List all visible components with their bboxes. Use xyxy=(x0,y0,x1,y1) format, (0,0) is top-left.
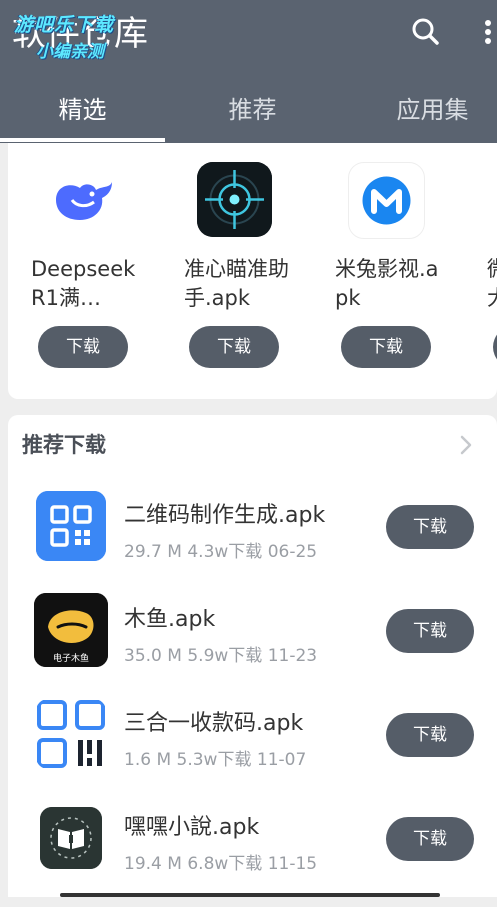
recommended-card: 推荐下载 二维码制作生成.apk 29.7 M 4.3w下载 06-25 下载 … xyxy=(8,415,497,897)
download-button[interactable]: 下载 xyxy=(386,817,474,861)
list-item[interactable]: 嘿嘿小說.apk 19.4 M 6.8w下载 11-15 下载 xyxy=(8,803,497,907)
qrcode-icon xyxy=(36,491,106,561)
download-button[interactable]: 下载 xyxy=(386,609,474,653)
app-title: 软件仓库 xyxy=(12,14,148,54)
download-button[interactable] xyxy=(493,326,497,368)
app-date: 11-15 xyxy=(267,854,318,874)
app-name: 三合一收款码.apk xyxy=(124,711,304,736)
download-button[interactable]: 下载 xyxy=(38,326,128,368)
tab-recommend[interactable]: 推荐 xyxy=(170,80,335,143)
whale-icon xyxy=(46,162,121,237)
chevron-right-icon[interactable] xyxy=(458,433,474,457)
top-app-bar: 软件仓库 游吧乐下载 小编亲测 精选 推荐 应用集 xyxy=(0,0,497,143)
app-meta: 35.0 M 5.9w下载 11-23 xyxy=(124,641,317,666)
search-icon[interactable] xyxy=(406,12,446,52)
list-item[interactable]: 电子木鱼 木鱼.apk 35.0 M 5.9w下载 11-23 下载 xyxy=(8,593,497,699)
app-meta: 29.7 M 4.3w下载 06-25 xyxy=(124,537,317,562)
app-date: 11-23 xyxy=(267,646,318,666)
more-vertical-icon[interactable] xyxy=(476,12,497,52)
featured-app-name: Deepseek R1满… xyxy=(31,257,136,310)
app-size: 1.6 M xyxy=(124,750,172,770)
download-button[interactable]: 下载 xyxy=(341,326,431,368)
icon-caption: 电子木鱼 xyxy=(52,654,89,664)
app-size: 35.0 M xyxy=(124,646,182,666)
download-button[interactable]: 下载 xyxy=(189,326,279,368)
featured-app-name: 准心瞄准助手.apk xyxy=(184,257,289,310)
active-tab-indicator xyxy=(0,138,165,142)
wooden-fish-icon: 电子木鱼 xyxy=(34,593,108,667)
bottom-edge-bar xyxy=(60,893,440,897)
app-meta: 1.6 M 5.3w下载 11-07 xyxy=(124,745,306,770)
download-button[interactable]: 下载 xyxy=(386,713,474,757)
featured-app-name: 米兔影视.apk xyxy=(335,257,439,310)
book-icon xyxy=(40,807,102,869)
section-title: 推荐下载 xyxy=(22,433,106,457)
m-logo-icon xyxy=(348,162,425,239)
featured-apps-card: Deepseek R1满… 下载 准心瞄准助手.apk 下载 米兔影视.apk … xyxy=(8,143,497,399)
app-downloads: 4.3w下载 xyxy=(187,542,263,562)
payment-code-icon xyxy=(36,699,106,769)
app-meta: 19.4 M 6.8w下载 11-15 xyxy=(124,849,317,874)
featured-app-name: 微大 xyxy=(487,255,497,313)
app-downloads: 6.8w下载 xyxy=(187,854,263,874)
app-date: 11-07 xyxy=(256,750,307,770)
app-size: 19.4 M xyxy=(124,854,182,874)
list-item[interactable]: 三合一收款码.apk 1.6 M 5.3w下载 11-07 下载 xyxy=(8,699,497,803)
list-item[interactable]: 二维码制作生成.apk 29.7 M 4.3w下载 06-25 下载 xyxy=(8,491,497,595)
tab-app-collections[interactable]: 应用集 xyxy=(350,80,497,143)
app-name: 木鱼.apk xyxy=(124,607,216,632)
download-button[interactable]: 下载 xyxy=(386,505,474,549)
app-name: 嘿嘿小說.apk xyxy=(124,815,260,840)
app-downloads: 5.9w下载 xyxy=(187,646,263,666)
app-date: 06-25 xyxy=(267,542,318,562)
crosshair-icon xyxy=(197,162,272,237)
tab-featured[interactable]: 精选 xyxy=(0,80,165,143)
app-name: 二维码制作生成.apk xyxy=(124,503,326,528)
app-downloads: 5.3w下载 xyxy=(176,750,252,770)
app-size: 29.7 M xyxy=(124,542,182,562)
